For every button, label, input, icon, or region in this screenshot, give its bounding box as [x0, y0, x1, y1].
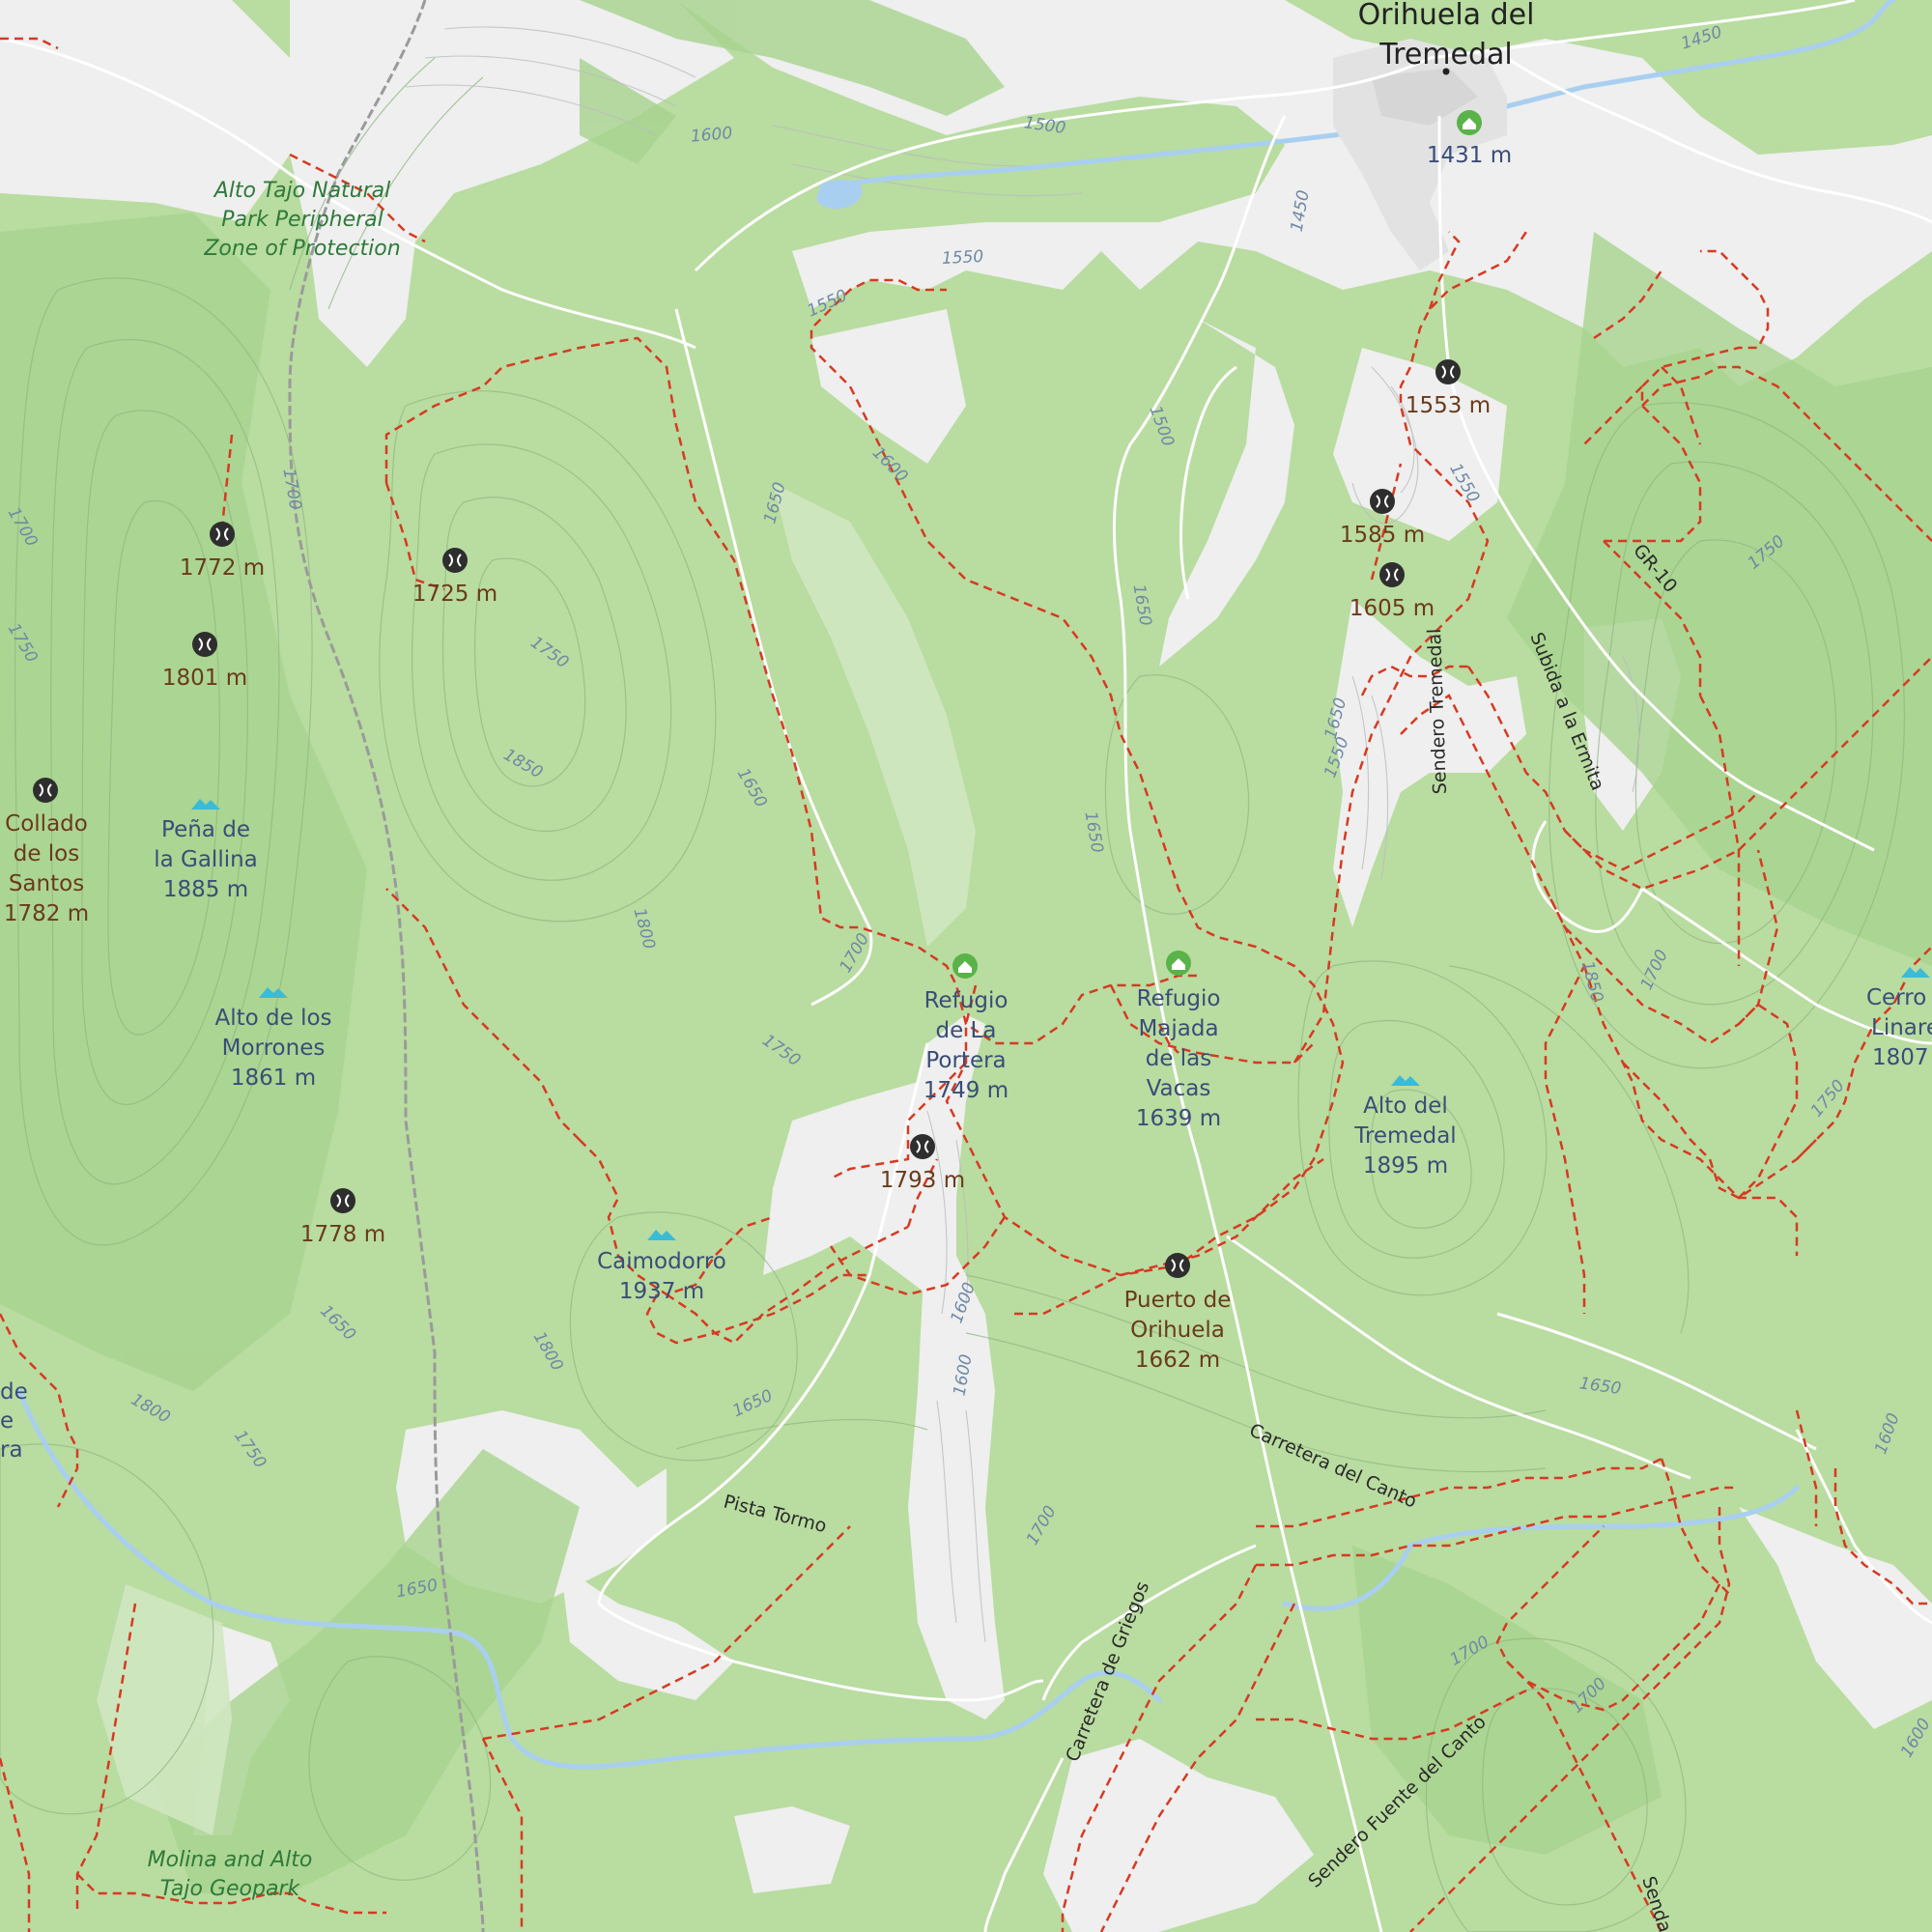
peak-name-line: Cerro — [1866, 985, 1926, 1010]
hut-name-line: Majada — [1138, 1016, 1218, 1041]
pass-name-line: Orihuela — [1130, 1318, 1225, 1343]
pass-elevation: 1778 m — [300, 1222, 385, 1247]
hut-name-line: Refugio — [924, 988, 1009, 1013]
peak-elevation: 1807 — [1872, 1045, 1929, 1070]
peak-elevation: 1861 m — [231, 1065, 316, 1091]
pass-name-line: Collado — [5, 811, 88, 837]
pass-name-line: Puerto de — [1124, 1288, 1232, 1313]
park-label-line: Park Peripheral — [221, 208, 384, 232]
town-marker[interactable]: Orihuela del Tremedal — [1358, 0, 1535, 75]
pass-elevation: 1801 m — [162, 666, 247, 691]
peak-name-line: Morrones — [222, 1036, 326, 1061]
park-label-line: Zone of Protection — [203, 237, 400, 261]
hut-name-line: de las — [1146, 1046, 1212, 1071]
pass-icon — [330, 1188, 355, 1213]
geopark-label-line: Tajo Geopark — [160, 1877, 301, 1901]
peak-name-line: Caimodorro — [597, 1249, 726, 1274]
topographic-map[interactable]: 1600 1500 1450 1450 1550 1550 1600 1650 … — [0, 0, 1932, 1932]
peak-name-line: Tremedal — [1353, 1123, 1456, 1149]
pass-elevation: 1553 m — [1406, 393, 1491, 418]
pass-icon — [442, 548, 468, 573]
pass-elevation: 1662 m — [1135, 1348, 1220, 1373]
park-label-line: Alto Tajo Natural — [213, 179, 391, 203]
hut-name-line: de La — [936, 1018, 997, 1043]
pass-name-line: de los — [14, 841, 80, 867]
peak-elevation: 1937 m — [619, 1279, 704, 1304]
pass-icon — [210, 522, 235, 547]
peak-name-line: la Gallina — [154, 847, 258, 872]
peak-name-line: Linare — [1871, 1015, 1932, 1040]
pass-icon — [910, 1134, 935, 1159]
geopark-label-line: Molina and Alto — [148, 1848, 313, 1872]
pass-icon — [33, 778, 58, 803]
town-name: Orihuela del — [1358, 0, 1535, 32]
peak-elevation: 1895 m — [1363, 1153, 1448, 1179]
peak-name-line: Alto del — [1363, 1094, 1448, 1119]
pass-name-line: Santos — [9, 871, 84, 896]
pass-elevation: 1793 m — [880, 1168, 965, 1193]
pass-icon — [1165, 1253, 1190, 1278]
pass-elevation: 1605 m — [1350, 596, 1435, 621]
edge-label-fragment: e — [0, 1408, 14, 1434]
town-elevation: 1431 m — [1427, 143, 1512, 168]
pass-elevation: 1782 m — [4, 901, 89, 926]
hut-name-line: Vacas — [1147, 1076, 1211, 1101]
hut-elevation: 1749 m — [923, 1078, 1009, 1103]
pass-icon — [1370, 489, 1395, 514]
contour-label: 1550 — [941, 247, 983, 269]
contour-label: 1600 — [690, 124, 733, 147]
pass-elevation: 1725 m — [412, 582, 497, 607]
edge-label-fragment: ra — [0, 1437, 23, 1463]
pass-elevation: 1772 m — [180, 555, 265, 581]
pass-icon — [192, 632, 217, 657]
town-name: Tremedal — [1378, 38, 1513, 71]
hut-name-line: Refugio — [1137, 986, 1221, 1011]
hut-elevation: 1639 m — [1136, 1106, 1221, 1131]
peak-elevation: 1885 m — [163, 877, 248, 902]
edge-label-fragment: de — [0, 1379, 28, 1405]
hut-name-line: Portera — [925, 1048, 1006, 1073]
pass-icon — [1435, 359, 1461, 384]
peak-name-line: Peña de — [161, 817, 250, 842]
pass-elevation: 1585 m — [1340, 523, 1425, 548]
pass-icon — [1379, 562, 1405, 587]
peak-name-line: Alto de los — [214, 1006, 331, 1031]
